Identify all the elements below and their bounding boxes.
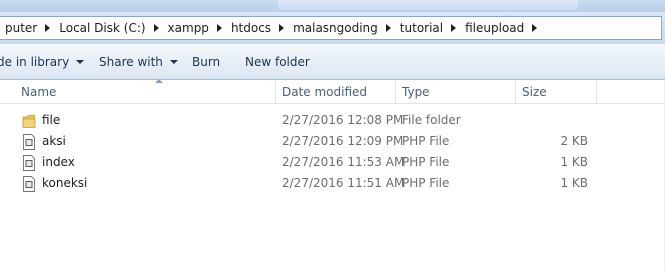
- column-header-size[interactable]: Size: [516, 80, 596, 104]
- php-file-icon: [23, 134, 35, 150]
- file-list: file 2/27/2016 12:08 PM File folder aksi…: [0, 110, 665, 194]
- file-type: File folder: [402, 113, 461, 127]
- include-in-library-label: de in library: [0, 54, 70, 69]
- file-row-file[interactable]: file 2/27/2016 12:08 PM File folder: [0, 110, 665, 131]
- dropdown-arrow-icon: [76, 59, 85, 64]
- address-bar[interactable]: puter Local Disk (C:) xampp htdocs malas…: [0, 16, 662, 40]
- file-date-modified: 2/27/2016 11:53 AM: [282, 155, 405, 169]
- file-date-modified: 2/27/2016 12:08 PM: [282, 113, 404, 127]
- share-with-button[interactable]: Share with: [92, 50, 192, 74]
- include-in-library-button[interactable]: de in library: [0, 50, 92, 74]
- file-row-aksi[interactable]: aksi 2/27/2016 12:09 PM PHP File 2 KB: [0, 131, 665, 152]
- breadcrumb-chevron-icon[interactable]: [385, 24, 391, 32]
- breadcrumb-chevron-icon[interactable]: [532, 24, 538, 32]
- column-header-name[interactable]: Name: [15, 79, 275, 104]
- breadcrumb-htdocs[interactable]: htdocs: [231, 21, 271, 35]
- file-type: PHP File: [402, 155, 450, 169]
- new-folder-button[interactable]: New folder: [245, 50, 318, 74]
- burn-button[interactable]: Burn: [192, 50, 245, 74]
- background-window-title: [278, 0, 578, 10]
- column-header-date-modified[interactable]: Date modified: [276, 80, 395, 104]
- breadcrumb-chevron-icon[interactable]: [451, 24, 457, 32]
- column-header-type[interactable]: Type: [396, 80, 515, 104]
- php-file-icon: [23, 176, 35, 192]
- breadcrumb-chevron-icon[interactable]: [216, 24, 222, 32]
- breadcrumb-chevron-icon[interactable]: [279, 24, 285, 32]
- column-header-row: Name Date modified Type Size: [0, 79, 665, 104]
- file-size: 1 KB: [560, 155, 588, 169]
- file-name: koneksi: [42, 176, 88, 190]
- file-name: index: [42, 155, 75, 169]
- file-name: aksi: [42, 134, 66, 148]
- command-toolbar: de in library Share with Burn New folder: [0, 44, 665, 80]
- file-name: file: [42, 113, 61, 127]
- breadcrumb-chevron-icon[interactable]: [45, 24, 51, 32]
- dropdown-arrow-icon: [169, 59, 178, 64]
- file-size: 2 KB: [560, 134, 588, 148]
- column-header-name-label: Name: [21, 85, 57, 99]
- sort-ascending-icon: [155, 79, 163, 83]
- window-title-strip: [0, 0, 665, 12]
- file-type: PHP File: [402, 134, 450, 148]
- new-folder-label: New folder: [245, 54, 310, 69]
- share-with-label: Share with: [99, 54, 163, 69]
- file-date-modified: 2/27/2016 12:09 PM: [282, 134, 404, 148]
- file-type: PHP File: [402, 176, 450, 190]
- breadcrumb-chevron-icon[interactable]: [153, 24, 159, 32]
- php-file-icon: [23, 155, 35, 171]
- column-header-date-label: Date modified: [282, 85, 368, 99]
- file-row-index[interactable]: index 2/27/2016 11:53 AM PHP File 1 KB: [0, 152, 665, 173]
- file-size: [516, 110, 588, 131]
- breadcrumb-xampp[interactable]: xampp: [168, 21, 209, 35]
- breadcrumb-malasngoding[interactable]: malasngoding: [293, 21, 378, 35]
- file-size: 1 KB: [560, 176, 588, 190]
- column-header-size-label: Size: [522, 85, 547, 99]
- breadcrumb-fileupload[interactable]: fileupload: [465, 21, 524, 35]
- file-date-modified: 2/27/2016 11:51 AM: [282, 176, 405, 190]
- address-bar-row: puter Local Disk (C:) xampp htdocs malas…: [0, 12, 665, 44]
- column-header-type-label: Type: [402, 85, 430, 99]
- burn-label: Burn: [192, 54, 221, 69]
- breadcrumb-tutorial[interactable]: tutorial: [400, 21, 443, 35]
- folder-icon: [22, 115, 36, 128]
- column-divider[interactable]: [596, 80, 597, 104]
- breadcrumb-computer[interactable]: puter: [5, 21, 37, 35]
- breadcrumb-local-disk[interactable]: Local Disk (C:): [59, 21, 145, 35]
- file-row-koneksi[interactable]: koneksi 2/27/2016 11:51 AM PHP File 1 KB: [0, 173, 665, 194]
